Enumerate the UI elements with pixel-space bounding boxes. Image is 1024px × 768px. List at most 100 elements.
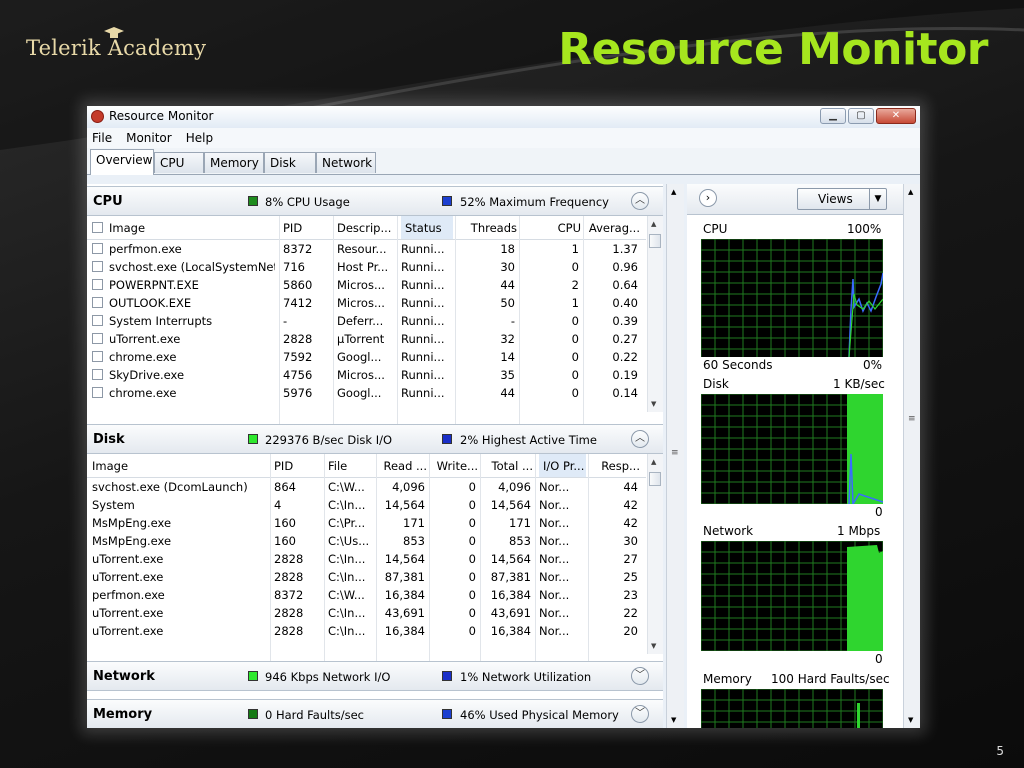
column-header[interactable]: Write... xyxy=(433,459,478,473)
column-header[interactable]: PID xyxy=(274,459,322,473)
scroll-up-arrow-icon[interactable]: ▲ xyxy=(908,188,913,196)
column-header[interactable]: Image xyxy=(109,221,277,235)
table-cell: 171 xyxy=(509,516,531,530)
left-pane-scrollbar[interactable]: ▲ ≡ ▼ xyxy=(666,184,684,728)
column-divider[interactable] xyxy=(455,216,456,239)
column-divider[interactable] xyxy=(519,216,520,239)
column-header[interactable]: Descrip... xyxy=(337,221,395,235)
column-divider[interactable] xyxy=(279,216,280,239)
table-row[interactable]: MsMpEng.exe 160 C:\Us... 853 0 853 Nor... 30 xyxy=(87,532,646,550)
views-dropdown-arrow-icon[interactable]: ▼ xyxy=(869,189,886,209)
column-header[interactable]: Read ... xyxy=(380,459,427,473)
table-cell: 0.39 xyxy=(612,314,638,328)
table-cell: 18 xyxy=(500,242,515,256)
table-row[interactable]: uTorrent.exe 2828 C:\In... 14,564 0 14,564 Nor… xyxy=(87,550,646,568)
row-checkbox[interactable] xyxy=(92,315,103,326)
column-divider[interactable] xyxy=(333,216,334,239)
column-divider[interactable] xyxy=(429,454,430,477)
column-header[interactable]: Total ... xyxy=(484,459,533,473)
column-header[interactable]: Status xyxy=(401,216,453,239)
memory-section-header[interactable]: Memory 0 Hard Faults/sec 46% Used Physic… xyxy=(87,699,663,728)
menu-help[interactable]: Help xyxy=(186,131,213,145)
column-divider[interactable] xyxy=(397,216,398,239)
window-titlebar[interactable]: Resource Monitor ▁ ▢ ✕ xyxy=(87,106,920,128)
row-checkbox[interactable] xyxy=(92,279,103,290)
scroll-up-arrow-icon[interactable]: ▲ xyxy=(671,188,676,196)
close-button[interactable]: ✕ xyxy=(876,108,916,124)
column-header[interactable]: Resp... xyxy=(592,459,640,473)
graphs-pane-scrollbar[interactable]: ▲ ≡ ▼ xyxy=(903,184,920,728)
collapse-graphs-chevron-right-icon[interactable]: › xyxy=(699,189,717,207)
disk-section-header[interactable]: Disk 229376 B/sec Disk I/O 2% Highest Ac… xyxy=(87,424,663,454)
column-header[interactable]: I/O Pr... xyxy=(539,454,586,477)
scrollbar-grip-icon[interactable]: ≡ xyxy=(908,414,916,424)
row-checkbox[interactable] xyxy=(92,387,103,398)
collapse-cpu-chevron-up-icon[interactable]: ︿ xyxy=(631,192,649,210)
column-header[interactable]: PID xyxy=(283,221,331,235)
network-section-header[interactable]: Network 946 Kbps Network I/O 1% Network … xyxy=(87,661,663,691)
column-divider[interactable] xyxy=(324,454,325,477)
column-divider[interactable] xyxy=(535,454,536,477)
table-cell: System xyxy=(92,498,135,512)
column-divider[interactable] xyxy=(583,216,584,239)
column-divider[interactable] xyxy=(376,454,377,477)
row-checkbox[interactable] xyxy=(92,243,103,254)
column-header[interactable]: CPU xyxy=(523,221,581,235)
tab-overview[interactable]: Overview xyxy=(90,149,154,175)
row-checkbox[interactable] xyxy=(92,333,103,344)
scroll-down-arrow-icon[interactable]: ▼ xyxy=(671,716,676,724)
scroll-down-arrow-icon[interactable]: ▼ xyxy=(651,642,656,650)
scroll-up-arrow-icon[interactable]: ▲ xyxy=(651,220,656,228)
scroll-down-arrow-icon[interactable]: ▼ xyxy=(908,716,913,724)
row-checkbox[interactable] xyxy=(92,261,103,272)
cpu-section-header[interactable]: CPU 8% CPU Usage 52% Maximum Frequency ︿ xyxy=(87,186,663,216)
table-row[interactable]: perfmon.exe 8372 Resour... Runni... 18 1 1.37 xyxy=(87,240,646,258)
table-row[interactable]: perfmon.exe 8372 C:\W... 16,384 0 16,384 Nor..… xyxy=(87,586,646,604)
menu-monitor[interactable]: Monitor xyxy=(126,131,172,145)
column-header[interactable]: File xyxy=(328,459,374,473)
table-row[interactable]: System Interrupts - Deferr... Runni... - 0 0.3… xyxy=(87,312,646,330)
tab-network[interactable]: Network xyxy=(316,152,376,173)
row-checkbox[interactable] xyxy=(92,369,103,380)
table-row[interactable]: SkyDrive.exe 4756 Micros... Runni... 35 0 0.19 xyxy=(87,366,646,384)
select-all-checkbox[interactable] xyxy=(92,222,103,233)
table-row[interactable]: POWERPNT.EXE 5860 Micros... Runni... 44 2 0.64 xyxy=(87,276,646,294)
views-dropdown[interactable]: Views ▼ xyxy=(797,188,887,210)
expand-memory-chevron-down-icon[interactable]: ﹀ xyxy=(631,705,649,723)
menu-file[interactable]: File xyxy=(92,131,112,145)
column-divider[interactable] xyxy=(270,454,271,477)
row-checkbox[interactable] xyxy=(92,297,103,308)
table-row[interactable]: uTorrent.exe 2828 C:\In... 16,384 0 16,384 Nor… xyxy=(87,622,646,640)
table-row[interactable]: uTorrent.exe 2828 C:\In... 43,691 0 43,691 Nor… xyxy=(87,604,646,622)
tab-disk[interactable]: Disk xyxy=(264,152,316,173)
collapse-disk-chevron-up-icon[interactable]: ︿ xyxy=(631,430,649,448)
maximize-button[interactable]: ▢ xyxy=(848,108,874,124)
table-row[interactable]: uTorrent.exe 2828 µTorrent Runni... 32 0 0.27 xyxy=(87,330,646,348)
scrollbar-thumb[interactable] xyxy=(649,234,661,248)
table-row[interactable]: MsMpEng.exe 160 C:\Pr... 171 0 171 Nor... 42 xyxy=(87,514,646,532)
column-header[interactable]: Image xyxy=(92,459,268,473)
expand-network-chevron-down-icon[interactable]: ﹀ xyxy=(631,667,649,685)
column-divider[interactable] xyxy=(480,454,481,477)
scrollbar-thumb[interactable] xyxy=(649,472,661,486)
disk-graph xyxy=(701,394,883,504)
disk-table-scrollbar[interactable]: ▲ ▼ xyxy=(647,454,663,654)
table-row[interactable]: OUTLOOK.EXE 7412 Micros... Runni... 50 1 0.40 xyxy=(87,294,646,312)
column-divider[interactable] xyxy=(588,454,589,477)
table-row[interactable]: System 4 C:\In... 14,564 0 14,564 Nor... 42 xyxy=(87,496,646,514)
scroll-up-arrow-icon[interactable]: ▲ xyxy=(651,458,656,466)
table-row[interactable]: uTorrent.exe 2828 C:\In... 87,381 0 87,381 Nor… xyxy=(87,568,646,586)
cpu-table-scrollbar[interactable]: ▲ ▼ xyxy=(647,216,663,412)
tab-cpu[interactable]: CPU xyxy=(154,152,204,173)
table-row[interactable]: chrome.exe 5976 Googl... Runni... 44 0 0.14 xyxy=(87,384,646,402)
row-checkbox[interactable] xyxy=(92,351,103,362)
table-row[interactable]: svchost.exe (DcomLaunch) 864 C:\W... 4,096 0… xyxy=(87,478,646,496)
table-row[interactable]: svchost.exe (LocalSystemNet... 716 Host Pr… xyxy=(87,258,646,276)
table-row[interactable]: chrome.exe 7592 Googl... Runni... 14 0 0.22 xyxy=(87,348,646,366)
minimize-button[interactable]: ▁ xyxy=(820,108,846,124)
pane-splitter-grip-icon[interactable]: ≡ xyxy=(671,448,679,458)
column-header[interactable]: Threads xyxy=(459,221,517,235)
column-header[interactable]: Averag... xyxy=(587,221,640,235)
tab-memory[interactable]: Memory xyxy=(204,152,264,173)
scroll-down-arrow-icon[interactable]: ▼ xyxy=(651,400,656,408)
